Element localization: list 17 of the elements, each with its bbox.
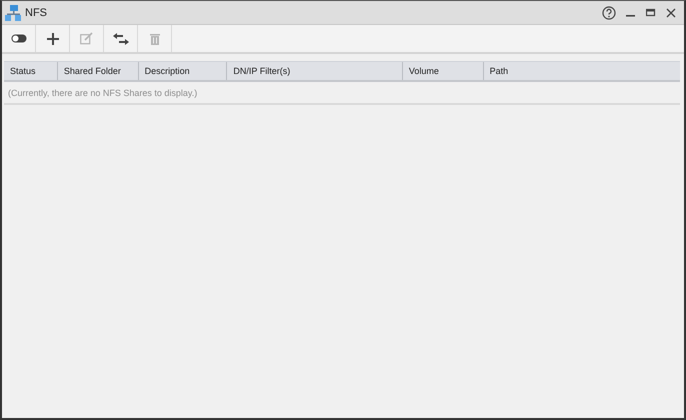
maximize-icon[interactable]	[646, 8, 656, 18]
window-title: NFS	[25, 6, 47, 18]
trash-icon	[150, 32, 160, 44]
toggle-icon	[10, 34, 26, 43]
edit-icon	[80, 32, 93, 45]
transfer-icon	[112, 32, 128, 44]
column-header[interactable]: Shared Folder	[58, 62, 139, 80]
close-icon[interactable]	[666, 8, 676, 18]
add-icon	[46, 32, 58, 44]
help-icon[interactable]	[602, 6, 616, 20]
column-header[interactable]: Status	[4, 62, 58, 80]
column-header[interactable]: Description	[138, 62, 228, 80]
empty-message: (Currently, there are no NFS Shares to display.)	[8, 88, 198, 98]
column-header[interactable]: Volume	[402, 62, 484, 80]
column-header[interactable]: DN/IP Filter(s)	[227, 62, 403, 80]
network-icon	[4, 4, 22, 22]
column-header[interactable]: Path	[484, 62, 680, 80]
